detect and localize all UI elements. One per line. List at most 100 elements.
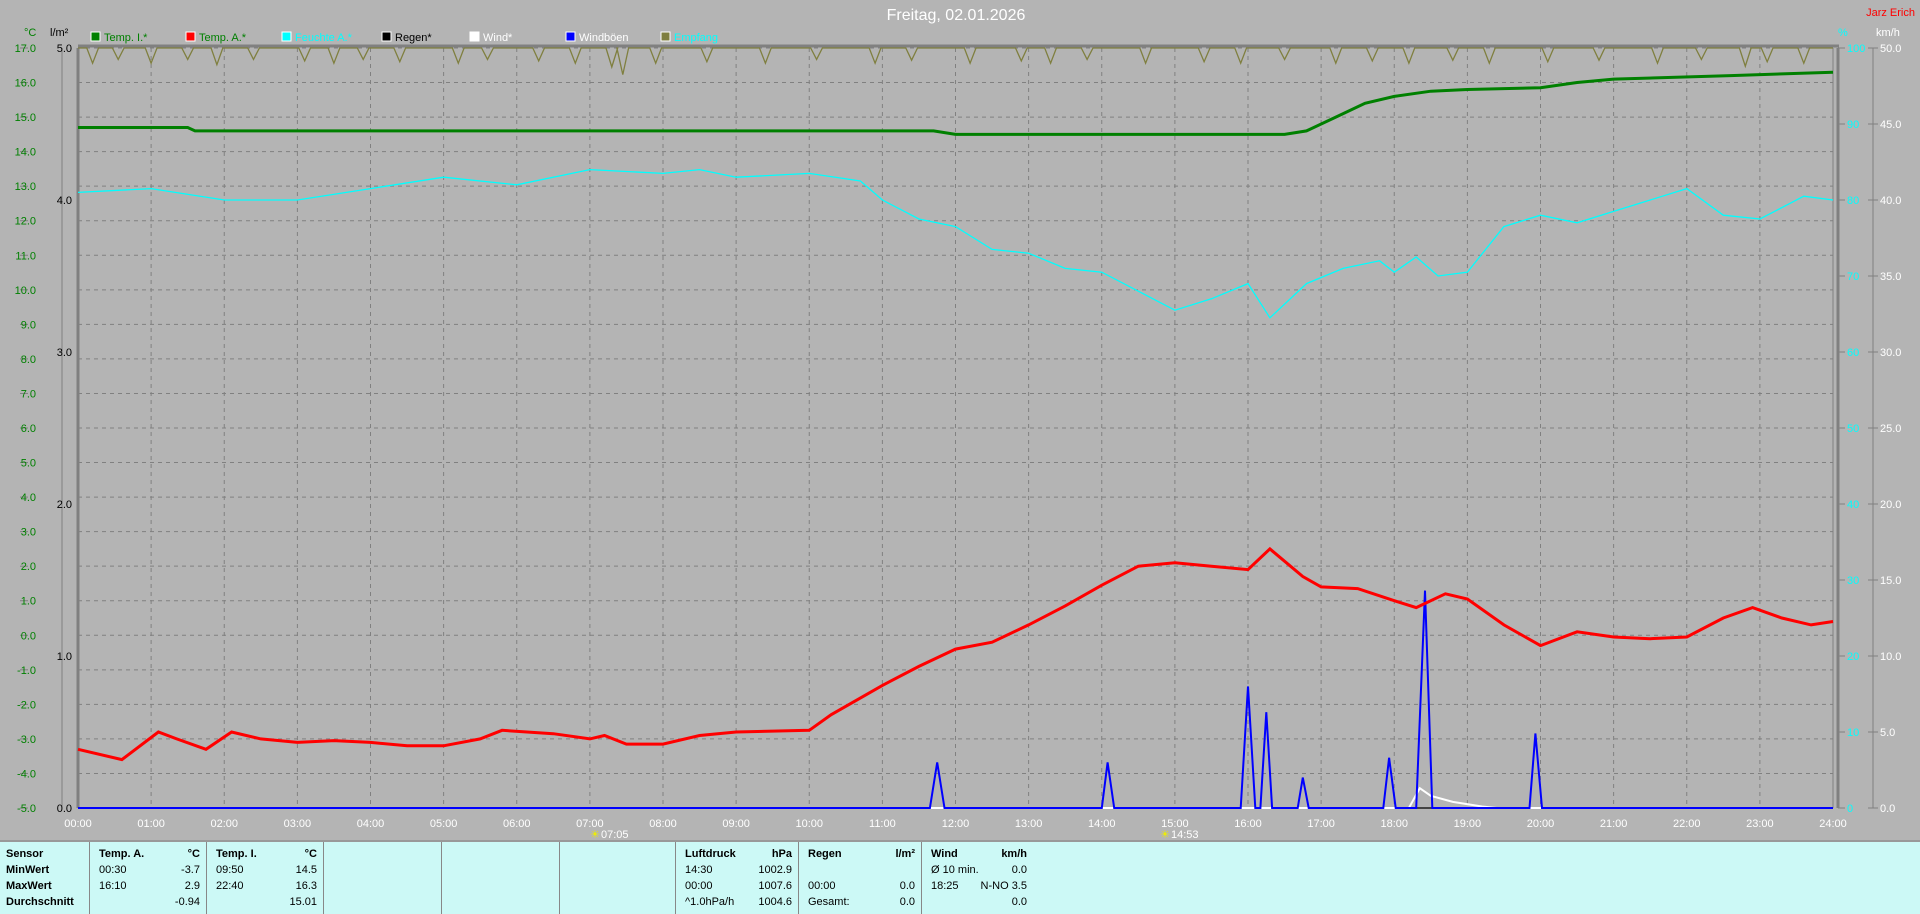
hum-unit-label: %	[1838, 27, 1848, 39]
cell-label: ^1.0hPa/h	[685, 896, 735, 908]
series-line-wind	[78, 786, 1833, 809]
temp-tick-label: 13.0	[15, 181, 36, 193]
x-tick-label: 09:00	[722, 818, 750, 830]
x-tick-label: 01:00	[137, 818, 165, 830]
temp-tick-label: 9.0	[21, 319, 36, 331]
x-tick-label: 23:00	[1746, 818, 1774, 830]
temp-tick-label: 2.0	[21, 561, 36, 573]
cell-label: 18:25	[931, 880, 959, 892]
x-tick-label: 16:00	[1234, 818, 1262, 830]
hum-tick-label: 100	[1847, 43, 1865, 55]
rain-tick-label: 0.0	[57, 803, 72, 815]
sun-markers: ☀ 07:05 ☀ 14:53	[590, 829, 1199, 840]
sensor-column: Sensor MinWert MaxWert Durchschnitt	[0, 842, 90, 914]
hum-tick-label: 10	[1847, 727, 1859, 739]
x-tick-label: 05:00	[430, 818, 458, 830]
table-row: 16:10 2.9	[95, 880, 200, 896]
x-tick-label: 06:00	[503, 818, 531, 830]
header-row: Regen l/m²	[804, 848, 915, 864]
cell-value: 0.0	[1011, 864, 1027, 876]
legend-swatch	[565, 31, 576, 42]
x-tick-label: 21:00	[1600, 818, 1628, 830]
x-tick-label: 14:00	[1088, 818, 1116, 830]
empty-column	[559, 842, 676, 914]
rain-tick-label: 4.0	[57, 195, 72, 207]
cell-label: Regen	[808, 848, 842, 860]
temp-tick-label: 16.0	[15, 78, 36, 90]
table-row: 0.0	[927, 896, 1027, 912]
wind-tick-label: 50.0	[1880, 43, 1901, 55]
statistics-table: Sensor MinWert MaxWert Durchschnitt Temp…	[0, 840, 1920, 914]
x-tick-label: 08:00	[649, 818, 677, 830]
legend-label: Wind*	[483, 32, 513, 44]
x-tick-label: 02:00	[210, 818, 238, 830]
legend-swatch	[469, 31, 480, 42]
legend-swatch	[660, 31, 671, 42]
table-row: 18:25 N-NO 3.5	[927, 880, 1027, 896]
table-row: -0.94	[95, 896, 200, 912]
x-tick-label: 12:00	[942, 818, 970, 830]
label: MinWert	[6, 864, 50, 876]
cell-value: km/h	[1001, 848, 1027, 860]
cell-value: °C	[304, 848, 317, 860]
legend-label: Regen*	[395, 32, 432, 44]
cell-value: -3.7	[181, 864, 200, 876]
rain-tick-label: 5.0	[57, 43, 72, 55]
wind-tick-label: 40.0	[1880, 195, 1901, 207]
author-label: Jarz Erich	[1866, 7, 1915, 19]
x-tick-label: 18:00	[1380, 818, 1408, 830]
legend-swatch	[185, 31, 196, 42]
temp-tick-label: 12.0	[15, 216, 36, 228]
cell-value: l/m²	[895, 848, 915, 860]
temp-tick-label: 11.0	[15, 250, 36, 262]
rain-tick-label: 2.0	[57, 499, 72, 511]
cell-label: 22:40	[216, 880, 244, 892]
wind-column: Wind km/h Ø 10 min. 0.0 18:25 N-NO 3.5 0.0	[921, 842, 1033, 914]
cell-value: 0.0	[1011, 896, 1027, 908]
hum-tick-label: 30	[1847, 575, 1859, 587]
temp-tick-label: -3.0	[17, 734, 36, 746]
empty-column	[441, 842, 560, 914]
cell-label: 00:00	[685, 880, 713, 892]
table-row: 22:40 16.3	[212, 880, 317, 896]
temp-tick-label: 17.0	[15, 43, 36, 55]
temp-tick-label: 5.0	[21, 458, 36, 470]
wind-unit-label: km/h	[1876, 27, 1900, 39]
wind-tick-label: 35.0	[1880, 271, 1901, 283]
table-row: 00:30 -3.7	[95, 864, 200, 880]
legend-label: Temp. I.*	[104, 32, 148, 44]
empty-column	[323, 842, 442, 914]
temp-unit-label: °C	[24, 27, 36, 39]
cell-value: 15.01	[289, 896, 317, 908]
x-tick-label: 20:00	[1527, 818, 1555, 830]
cell-label: 14:30	[685, 864, 713, 876]
temp-tick-label: 6.0	[21, 423, 36, 435]
cell-value: -0.94	[174, 896, 200, 908]
cell-value: 0.0	[899, 880, 915, 892]
temp-tick-label: -4.0	[17, 768, 36, 780]
cell-value: 16.3	[295, 880, 317, 892]
cell-value: 14.5	[295, 864, 317, 876]
legend-swatch	[381, 31, 392, 42]
series-line-temp-a	[77, 546, 1834, 762]
hum-tick-label: 80	[1847, 195, 1859, 207]
label: Durchschnitt	[6, 896, 74, 908]
sunset-time: 14:53	[1171, 829, 1199, 840]
hum-tick-label: 90	[1847, 119, 1859, 131]
header-row: Luftdruck hPa	[681, 848, 792, 864]
table-row: 09:50 14.5	[212, 864, 317, 880]
hum-tick-label: 20	[1847, 651, 1859, 663]
rain-tick-label: 1.0	[57, 651, 72, 663]
temp-i-column: Temp. I. °C 09:50 14.5 22:40 16.3 15.01	[206, 842, 324, 914]
wind-tick-label: 30.0	[1880, 347, 1901, 359]
table-row: 00:00 0.0	[804, 880, 915, 896]
cell-label: Temp. A.	[99, 848, 145, 860]
table-row: ^1.0hPa/h 1004.6	[681, 896, 792, 912]
x-tick-label: 11:00	[869, 818, 896, 830]
cell-label: Wind	[931, 848, 958, 860]
temp-tick-label: 4.0	[21, 492, 36, 504]
pressure-column: Luftdruck hPa 14:30 1002.9 00:00 1007.6 ^1.0hP…	[675, 842, 799, 914]
cell-label: 09:50	[216, 864, 244, 876]
legend-label: Temp. A.*	[199, 32, 247, 44]
table-row	[804, 864, 915, 880]
